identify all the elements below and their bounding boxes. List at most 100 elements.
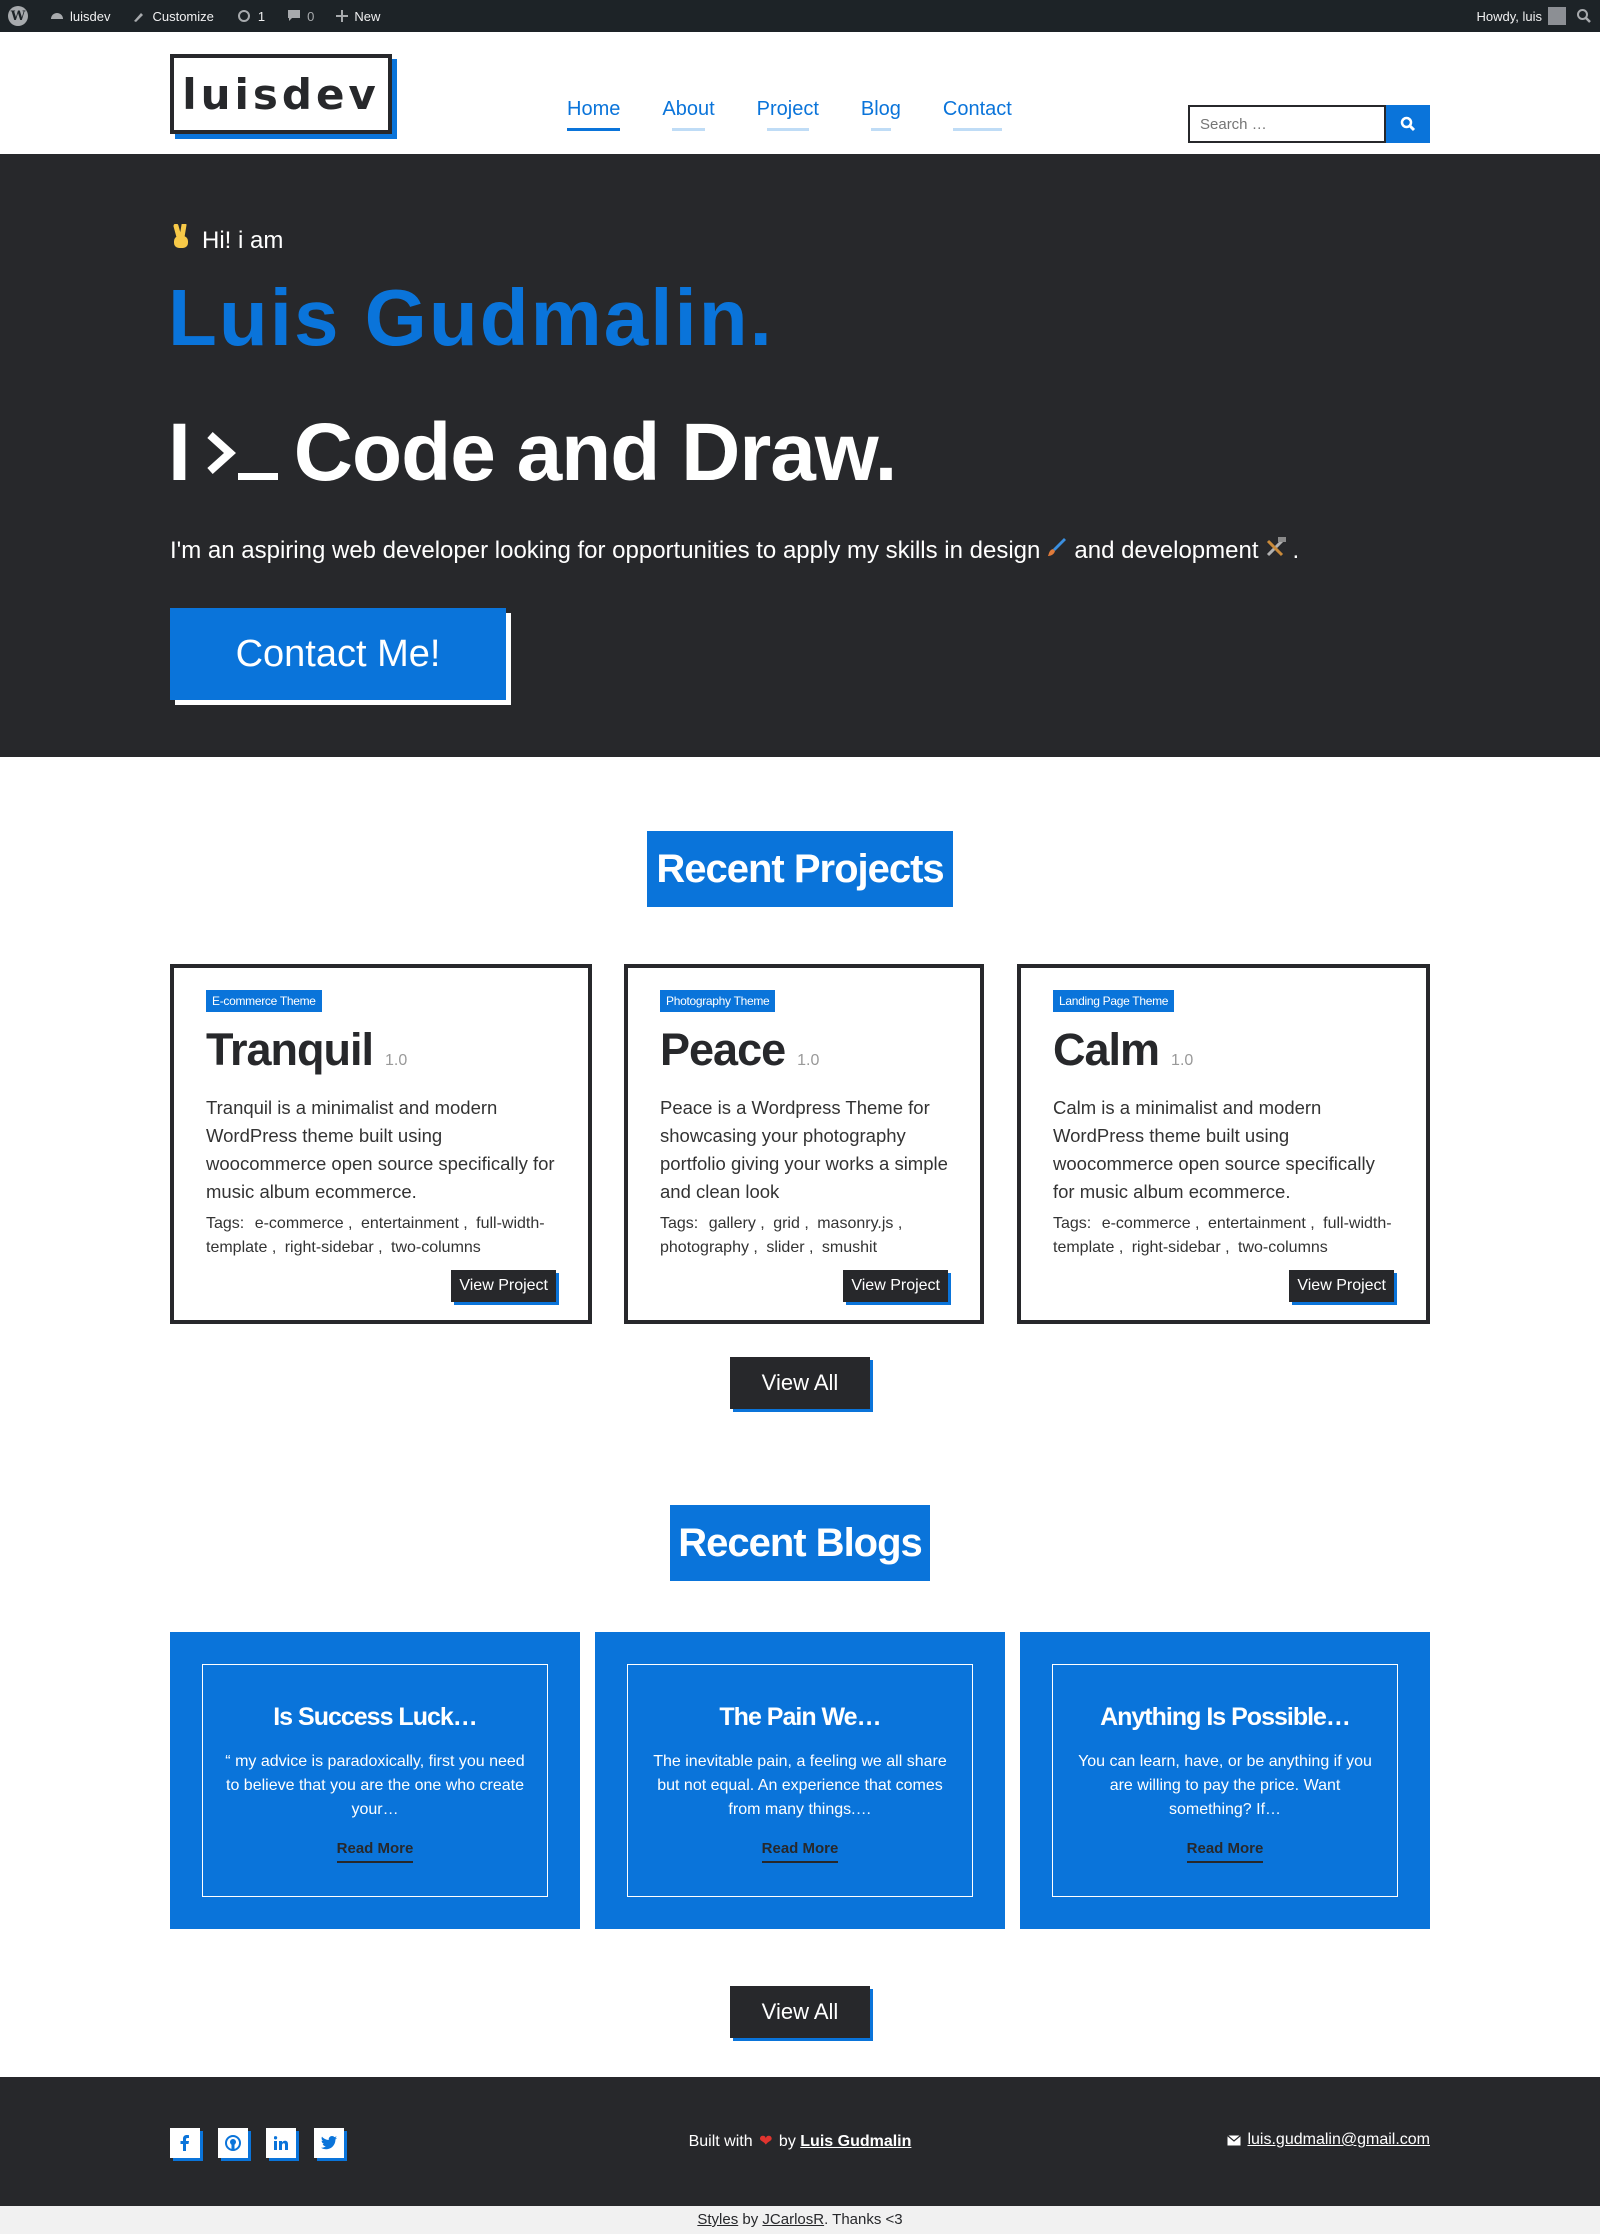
project-category-badge[interactable]: Landing Page Theme (1053, 990, 1175, 1012)
project-tags: Tags: e-commerce , entertainment , full-… (1053, 1212, 1404, 1260)
view-project-button[interactable]: View Project (451, 1270, 556, 1302)
search-icon[interactable] (1576, 8, 1592, 24)
avatar[interactable] (1548, 7, 1566, 25)
view-project-button[interactable]: View Project (843, 1270, 948, 1302)
plus-icon (336, 10, 349, 22)
hero-intro-part1: I'm an aspiring web developer looking fo… (170, 536, 1041, 564)
blog-title[interactable]: Is Success Luck… (203, 1703, 547, 1732)
tag-link[interactable]: gallery , (709, 1215, 765, 1232)
search-input[interactable] (1188, 105, 1386, 143)
admin-comments-link[interactable]: 0 (287, 9, 314, 24)
nav-about[interactable]: About (662, 98, 715, 131)
tag-link[interactable]: right-sidebar , (1132, 1239, 1230, 1256)
blog-excerpt: The inevitable pain, a feeling we all sh… (653, 1753, 947, 1818)
hero-intro-part2: and development (1074, 536, 1259, 564)
credit-by-label: by (742, 2211, 759, 2228)
hero-intro-part3: . (1292, 536, 1300, 564)
site-logo[interactable]: luisdev (170, 54, 392, 134)
tag-link[interactable]: e-commerce , (255, 1215, 353, 1232)
contact-me-button[interactable]: Contact Me! (170, 608, 506, 700)
terminal-prompt-icon (207, 432, 278, 480)
tag-link[interactable]: entertainment , (361, 1215, 468, 1232)
hero-greeting-text: Hi! i am (202, 226, 284, 254)
tags-label: Tags: (206, 1215, 245, 1232)
hero-section: Hi! i am Luis Gudmalin. I Code and Draw.… (0, 154, 1600, 757)
admin-new-label: New (354, 8, 381, 24)
main-nav: Home About Project Blog Contact (567, 98, 1054, 131)
project-category-badge[interactable]: Photography Theme (660, 990, 776, 1012)
view-project-button[interactable]: View Project (1289, 1270, 1394, 1302)
tag-link[interactable]: slider , (766, 1239, 813, 1256)
hero-tagline: I Code and Draw. (168, 406, 898, 500)
heart-icon: ❤ (759, 2133, 773, 2150)
site-header: luisdev Home About Project Blog Contact (0, 32, 1600, 154)
comment-icon (288, 10, 301, 21)
hero-tagline-suffix: Code and Draw. (293, 407, 898, 498)
project-title-text[interactable]: Peace (660, 1024, 786, 1076)
project-title: Tranquil 1.0 (206, 1024, 407, 1076)
tag-link[interactable]: smushit (822, 1239, 877, 1256)
nav-contact[interactable]: Contact (943, 98, 1012, 131)
blog-excerpt: You can learn, have, or be anything if y… (1078, 1753, 1372, 1818)
blog-card: The Pain We… The inevitable pain, a feel… (595, 1632, 1005, 1929)
paintbrush-icon (1046, 536, 1068, 565)
admin-customize-link[interactable]: Customize (132, 8, 214, 24)
read-more-link[interactable]: Read More (1186, 1840, 1264, 1863)
dashboard-icon (51, 13, 63, 19)
built-by-label: by (778, 2133, 796, 2150)
project-title-text[interactable]: Calm (1053, 1024, 1160, 1076)
tag-link[interactable]: photography , (660, 1239, 758, 1256)
admin-new-link[interactable]: New (336, 9, 380, 24)
project-description: Tranquil is a minimalist and modern Word… (206, 1097, 555, 1202)
hero-tagline-prefix: I (168, 407, 191, 498)
project-title: Peace 1.0 (660, 1024, 819, 1076)
search-button[interactable] (1386, 105, 1430, 143)
nav-home[interactable]: Home (567, 98, 621, 131)
tag-link[interactable]: two-columns (391, 1239, 481, 1256)
search-form (1188, 105, 1430, 143)
wordpress-logo-icon[interactable]: W (8, 6, 28, 26)
view-all-projects-button[interactable]: View All (730, 1357, 870, 1409)
blog-card-inner: Is Success Luck… “ my advice is paradoxi… (202, 1664, 548, 1897)
project-title: Calm 1.0 (1053, 1024, 1193, 1076)
project-version: 1.0 (385, 1052, 408, 1069)
read-more-link[interactable]: Read More (761, 1840, 839, 1863)
recent-blogs-heading: Recent Blogs (670, 1505, 930, 1581)
tag-link[interactable]: two-columns (1238, 1239, 1328, 1256)
admin-site-link[interactable]: luisdev (50, 9, 110, 24)
tags-label: Tags: (660, 1215, 699, 1232)
recent-projects-heading: Recent Projects (647, 831, 953, 907)
tag-link[interactable]: masonry.js , (817, 1215, 902, 1232)
project-tags: Tags: gallery , grid , masonry.js , phot… (660, 1212, 958, 1260)
admin-updates-count: 1 (257, 8, 266, 24)
email-link[interactable]: luis.gudmalin@gmail.com (1247, 2131, 1430, 2149)
hero-intro: I'm an aspiring web developer looking fo… (170, 536, 1299, 565)
admin-howdy[interactable]: Howdy, luis (1476, 9, 1542, 24)
blog-title[interactable]: Anything Is Possible… (1053, 1703, 1397, 1732)
built-with-label: Built with (688, 2133, 753, 2150)
author-link[interactable]: Luis Gudmalin (800, 2133, 911, 2150)
view-all-blogs-button[interactable]: View All (730, 1986, 870, 2038)
project-tags: Tags: e-commerce , entertainment , full-… (206, 1212, 566, 1260)
styles-link[interactable]: Styles (697, 2211, 738, 2228)
admin-customize-label: Customize (152, 8, 214, 24)
tag-link[interactable]: entertainment , (1208, 1215, 1315, 1232)
admin-comments-count: 0 (307, 8, 315, 24)
project-version: 1.0 (797, 1052, 820, 1069)
admin-updates-link[interactable]: 1 (236, 9, 265, 24)
blog-title[interactable]: The Pain We… (628, 1703, 972, 1732)
credit-author-link[interactable]: JCarlosR (762, 2211, 824, 2228)
tag-link[interactable]: grid , (773, 1215, 809, 1232)
tag-link[interactable]: right-sidebar , (285, 1239, 383, 1256)
nav-blog[interactable]: Blog (861, 98, 901, 131)
read-more-link[interactable]: Read More (336, 1840, 414, 1863)
project-title-text[interactable]: Tranquil (206, 1024, 374, 1076)
tag-link[interactable]: e-commerce , (1102, 1215, 1200, 1232)
envelope-icon (1227, 2134, 1242, 2145)
brush-icon (134, 13, 144, 22)
updates-icon (237, 10, 250, 22)
project-category-badge[interactable]: E-commerce Theme (206, 990, 322, 1012)
project-version: 1.0 (1171, 1052, 1194, 1069)
nav-project[interactable]: Project (757, 98, 819, 131)
blog-card-inner: The Pain We… The inevitable pain, a feel… (627, 1664, 973, 1897)
